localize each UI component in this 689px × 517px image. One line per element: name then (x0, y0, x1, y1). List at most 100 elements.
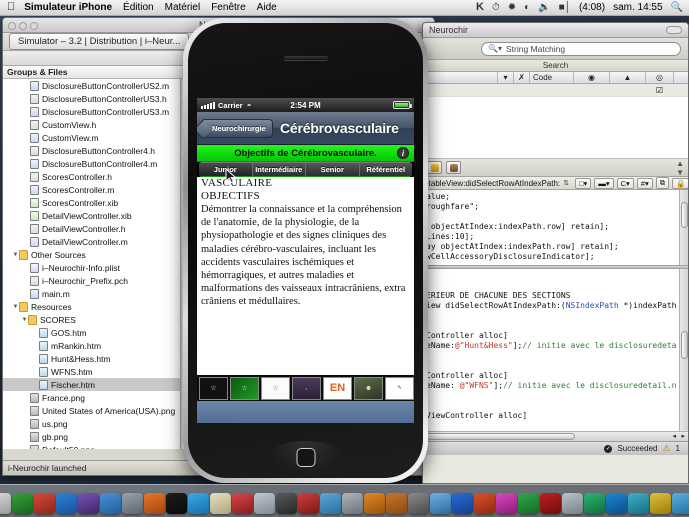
thumbnail-toolbar[interactable]: ☆ ☆ ☆ ▪ EN ☻ ✎ (197, 375, 414, 401)
segment-referentiel[interactable]: Référentiel (360, 163, 413, 176)
warning-icon[interactable]: ⚠ (662, 443, 670, 454)
timemachine-icon[interactable]: ⏱ (492, 2, 500, 13)
scheme-selector[interactable]: Simulator – 3.2 | Distribution | i–Neur.… (9, 33, 190, 50)
itunes-icon[interactable] (77, 493, 99, 514)
code-hscroll-thumb[interactable] (425, 433, 575, 440)
pages-icon[interactable] (495, 493, 517, 514)
calendar-icon[interactable] (231, 493, 253, 514)
menu-item-aide[interactable]: Aide (257, 2, 277, 13)
file-tree-item[interactable]: DetailViewController.h (3, 222, 180, 235)
numbers-icon[interactable] (517, 493, 539, 514)
star-outline-thumb[interactable]: ☆ (199, 376, 228, 400)
file-tree-item[interactable]: Hunt&Hess.htm (3, 352, 180, 365)
sync-icon[interactable] (627, 493, 649, 514)
editor-window-titlebar[interactable]: Neurochir (423, 23, 688, 38)
file-tree-item[interactable]: ScoresController.xib (3, 196, 180, 209)
file-tree-item[interactable]: ScoresController.h (3, 170, 180, 183)
apple-menu-icon[interactable]:  (7, 2, 15, 13)
camera-icon[interactable] (275, 493, 297, 514)
wifi-icon[interactable]: ◐ (524, 2, 530, 13)
menubar-clock[interactable]: sam. 14:55 (613, 2, 662, 13)
copy-icon[interactable]: ⧉ (655, 177, 670, 189)
code-navigation-bar[interactable]: -tableView:didSelectRowAtIndexPath: ⇅ □▾… (423, 177, 688, 190)
iphone-simulator[interactable]: Carrier ◓ 2:54 PM Neurochirurgie Cérébro… (183, 18, 428, 483)
gear-icon[interactable] (446, 161, 461, 174)
volume-icon[interactable]: 🔉 (538, 2, 550, 13)
file-tree-item[interactable]: ▼ Other Sources (3, 248, 180, 261)
terminal-icon[interactable] (165, 493, 187, 514)
utilities-icon[interactable] (385, 493, 407, 514)
file-tree-item[interactable]: ▼ Resources (3, 300, 180, 313)
file-tree-item[interactable]: DisclosureButtonController4.m (3, 157, 180, 170)
table-row[interactable]: ☑ (423, 84, 688, 97)
skype-icon[interactable] (187, 493, 209, 514)
search-input[interactable]: 🔍▾ String Matching (481, 41, 681, 56)
preview-icon[interactable] (561, 493, 583, 514)
contacts-icon[interactable] (99, 493, 121, 514)
xcode-editor-window[interactable]: Neurochir 🔍▾ String Matching Search ▾ ✗ … (422, 22, 689, 484)
content-webview[interactable]: VASCULAIRE OBJECTIFS Démontrer la connai… (197, 177, 414, 375)
col-code[interactable]: Code (530, 72, 574, 83)
menu-item-materiel[interactable]: Matériel (165, 2, 201, 13)
file-tree-item[interactable]: i–Neurochir-Info.plist (3, 261, 180, 274)
file-tree-item[interactable]: DisclosureButtonControllerUS2.m (3, 79, 180, 92)
code-nav-symbol[interactable]: -tableView:didSelectRowAtIndexPath: (426, 179, 560, 188)
code-bottom-vscrollbar[interactable] (679, 269, 688, 431)
col-name[interactable] (423, 72, 498, 83)
bluetooth-icon[interactable] (55, 493, 77, 514)
file-tree-item[interactable]: DisclosureButtonControllerUS3.h (3, 92, 180, 105)
code-top-vscrollbar[interactable] (679, 190, 688, 265)
results-column-header[interactable]: ▾ ✗ Code ◉ ▲ ◎ (423, 72, 688, 84)
firefox-icon[interactable] (143, 493, 165, 514)
iphone-screen[interactable]: Carrier ◓ 2:54 PM Neurochirurgie Cérébro… (197, 98, 414, 423)
file-tree-item[interactable]: DetailViewController.xib (3, 209, 180, 222)
breakpoint-icon[interactable]: ▬▾ (594, 177, 614, 189)
file-tree-item[interactable]: DisclosureButtonController4.h (3, 144, 180, 157)
battery-icon[interactable]: ■│ (559, 2, 571, 13)
code-editor-top-pane[interactable]: alue; roughfare"; objectAtIndex:indexPath… (423, 190, 688, 265)
keyboard-icon[interactable]: K (476, 2, 484, 13)
file-tree-item[interactable]: DetailViewController.m (3, 235, 180, 248)
downloads-icon[interactable] (671, 493, 689, 514)
scroll-right-arrow-icon[interactable]: ▸ (681, 432, 685, 440)
recorder-icon[interactable] (297, 493, 319, 514)
file-tree-item[interactable]: ▼ SCORES (3, 313, 180, 326)
sort-icon[interactable]: ▾ (498, 72, 514, 83)
file-tree-item[interactable]: Fischer.htm (3, 378, 180, 391)
keynote-icon[interactable] (319, 493, 341, 514)
build-icon[interactable]: ✗ (514, 72, 530, 83)
file-tree-item[interactable]: WFNS.htm (3, 365, 180, 378)
photobooth-icon[interactable] (253, 493, 275, 514)
warning-icon[interactable]: ▲ (610, 72, 646, 83)
segment-senior[interactable]: Senior (306, 163, 360, 176)
time-machine-icon[interactable] (407, 493, 429, 514)
scroll-left-arrow-icon[interactable]: ◂ (672, 432, 676, 440)
file-tree-item[interactable]: us.png (3, 417, 180, 430)
xcode-icon[interactable] (429, 493, 451, 514)
objectives-banner[interactable]: Objectifs de Cérébrovasculaire. i (197, 145, 414, 162)
disclosure-triangle-icon[interactable]: ▼ (21, 317, 28, 323)
back-button[interactable]: Neurochirurgie (201, 118, 273, 138)
row-checkbox[interactable]: ☑ (646, 84, 674, 96)
word-icon[interactable] (451, 493, 473, 514)
file-tree-item[interactable]: CustomView.m (3, 131, 180, 144)
file-tree-item[interactable]: gb.png (3, 430, 180, 443)
file-tree-item[interactable]: ScoresController.m (3, 183, 180, 196)
en-logo-thumb[interactable]: EN (323, 376, 352, 400)
file-tree-item[interactable]: mRankin.htm (3, 339, 180, 352)
bookmark-icon[interactable]: □▾ (575, 177, 592, 189)
file-tree-item[interactable]: GOS.htm (3, 326, 180, 339)
acrobat-icon[interactable] (539, 493, 561, 514)
disclosure-triangle-icon[interactable]: ▼ (12, 304, 19, 310)
mac-dock[interactable] (0, 484, 689, 517)
menu-item-fenetre[interactable]: Fenêtre (211, 2, 245, 13)
segment-intermediaire[interactable]: Intermédiaire (253, 163, 306, 176)
powerpoint-icon[interactable] (473, 493, 495, 514)
toolbar-toggle-button[interactable] (666, 26, 682, 34)
code-hscrollbar[interactable]: ◂ ▸ (423, 431, 688, 441)
info-icon[interactable]: i (397, 147, 409, 159)
menu-item-edition[interactable]: Édition (123, 2, 154, 13)
file-tree-item[interactable]: France.png (3, 391, 180, 404)
news-icon[interactable] (33, 493, 55, 514)
file-tree-list[interactable]: DisclosureButtonControllerUS2.m Disclosur… (3, 79, 181, 449)
